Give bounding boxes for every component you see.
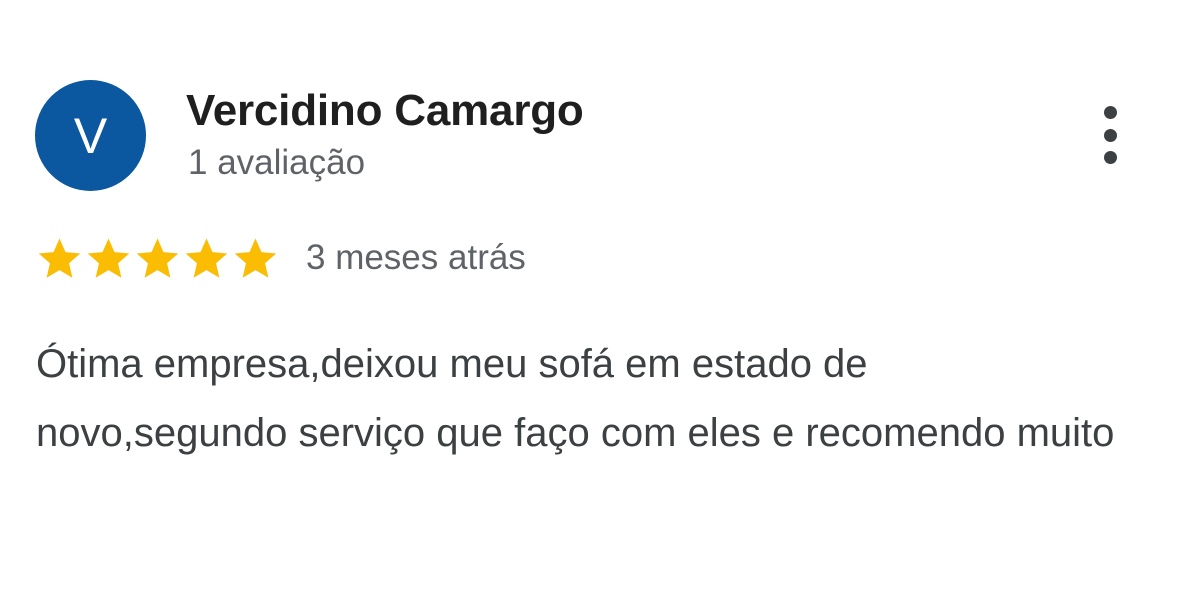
star-icon [36,235,83,282]
star-icon [85,235,132,282]
review-date: 3 meses atrás [306,238,526,277]
more-options-button[interactable] [1088,100,1132,170]
more-vert-icon [1103,106,1117,119]
avatar-letter: V [73,107,108,164]
star-icon [232,235,279,282]
star-icon [183,235,230,282]
star-rating [36,235,279,282]
review-count: 1 avaliação [188,143,366,182]
rating-row: 3 meses atrás [36,234,526,282]
avatar[interactable]: V [35,80,146,191]
review-card: V Vercidino Camargo 1 avaliação 3 meses … [0,0,1200,600]
reviewer-name[interactable]: Vercidino Camargo [186,86,584,136]
more-vert-icon-dot [1103,128,1117,142]
more-vert-icon-dot [1103,151,1117,164]
review-text: Ótima empresa,deixou meu sofá em estado … [36,342,1115,455]
star-icon [134,235,181,282]
